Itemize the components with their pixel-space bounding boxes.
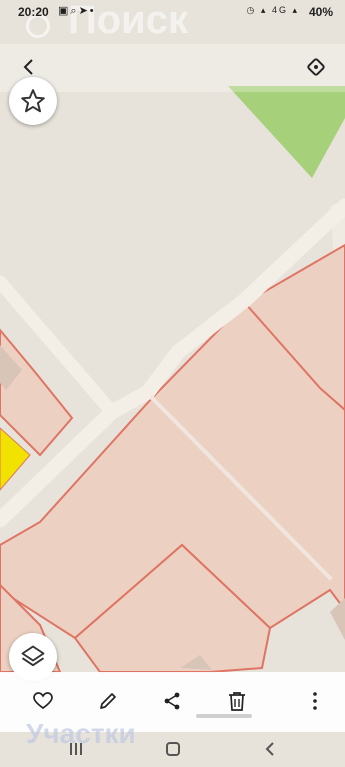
status-icons-left: ▣⌕➤• bbox=[58, 4, 96, 18]
gallery-icon: ▣ bbox=[58, 5, 71, 17]
favorite-button[interactable] bbox=[9, 77, 57, 125]
share-icon bbox=[164, 692, 180, 710]
send-icon: ➤ bbox=[78, 5, 90, 17]
battery-level: 40% bbox=[308, 5, 333, 19]
share-button[interactable] bbox=[157, 686, 187, 716]
delete-button[interactable] bbox=[222, 686, 252, 716]
signal-icon: ▴ bbox=[292, 5, 299, 15]
network-type-label: 4G bbox=[271, 5, 288, 15]
more-icon bbox=[313, 692, 317, 710]
star-icon bbox=[21, 89, 45, 113]
status-time: 20:20 bbox=[18, 5, 49, 19]
status-icons-right: ◷ ▴ 4G ▴ bbox=[247, 5, 299, 16]
alarm-icon: ◷ bbox=[246, 5, 257, 15]
status-bar: 20:20 ▣⌕➤• ◷ ▴ 4G ▴ 40% bbox=[0, 0, 345, 26]
back-arrow-icon bbox=[23, 59, 33, 75]
rotate-map-button[interactable] bbox=[301, 52, 331, 82]
recents-icon bbox=[70, 743, 82, 755]
search-icon: ⌕ bbox=[70, 5, 79, 17]
recents-button[interactable] bbox=[56, 734, 96, 764]
like-button[interactable] bbox=[28, 686, 58, 716]
heart-icon bbox=[33, 692, 53, 710]
back-icon bbox=[265, 742, 274, 756]
sheet-drag-handle[interactable] bbox=[196, 714, 252, 718]
system-nav-bar bbox=[0, 730, 345, 767]
dot-icon: • bbox=[89, 5, 96, 17]
nav-back-button[interactable] bbox=[250, 734, 290, 764]
signal-icon: ▴ bbox=[260, 5, 268, 15]
trash-icon bbox=[229, 692, 245, 711]
home-button[interactable] bbox=[153, 734, 193, 764]
top-toolbar bbox=[0, 44, 345, 92]
layers-icon bbox=[21, 645, 45, 667]
home-icon bbox=[166, 742, 180, 756]
rotate-icon bbox=[307, 58, 325, 76]
pencil-icon bbox=[100, 693, 116, 709]
edit-button[interactable] bbox=[93, 686, 123, 716]
more-button[interactable] bbox=[300, 686, 330, 716]
